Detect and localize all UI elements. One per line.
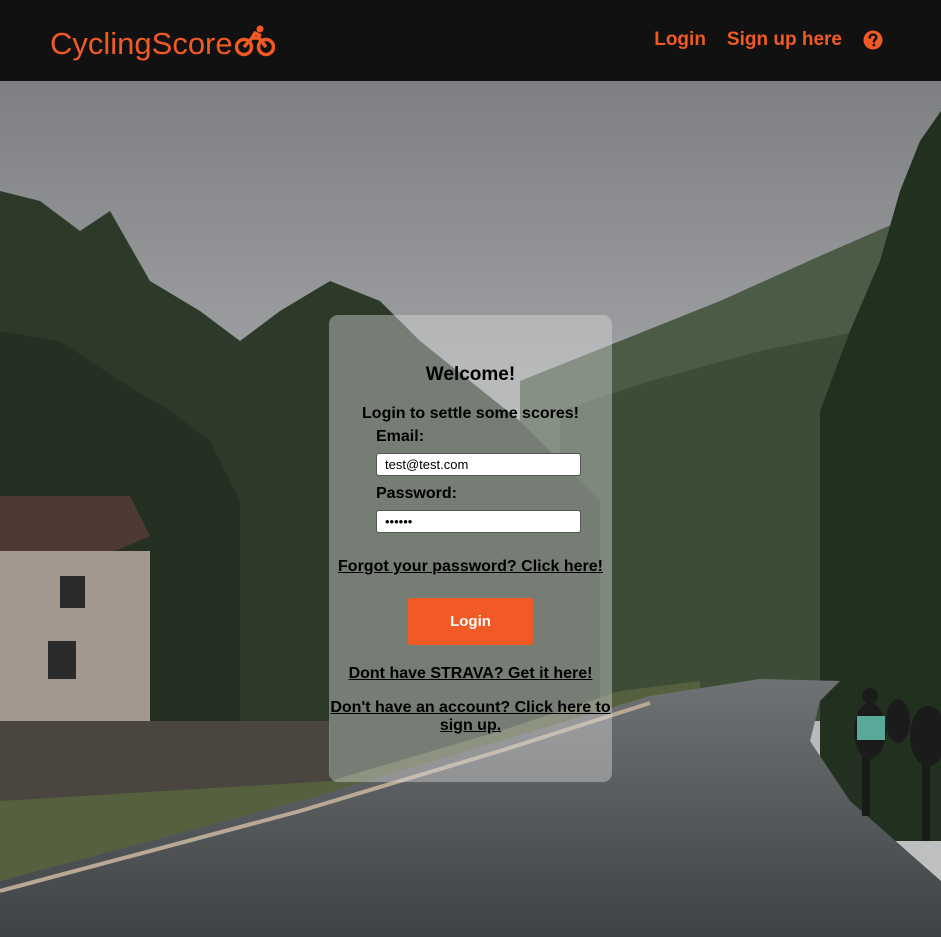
login-subtitle: Login to settle some scores! — [362, 405, 579, 422]
brand-name: CyclingScore — [50, 26, 233, 61]
question-circle-icon[interactable] — [863, 30, 883, 50]
nav-login-link[interactable]: Login — [654, 29, 706, 51]
nav-links: Login Sign up here — [633, 29, 883, 51]
password-label: Password: — [376, 485, 457, 502]
top-navbar: CyclingScore Login Sign up here — [0, 0, 941, 81]
email-field[interactable] — [376, 453, 581, 476]
nav-signup-link[interactable]: Sign up here — [727, 29, 842, 51]
get-strava-link[interactable]: Dont have STRAVA? Get it here! — [329, 665, 612, 683]
password-field[interactable] — [376, 510, 581, 533]
brand-logo[interactable]: CyclingScore — [50, 22, 275, 66]
email-label: Email: — [376, 428, 425, 445]
login-card: Welcome! Login to settle some scores! Em… — [329, 315, 612, 782]
signup-link[interactable]: Don't have an account? Click here to sig… — [329, 699, 612, 735]
welcome-heading: Welcome! — [425, 364, 516, 385]
bicycle-icon — [234, 24, 275, 66]
forgot-password-link[interactable]: Forgot your password? Click here! — [329, 558, 612, 576]
login-button[interactable]: Login — [408, 598, 533, 645]
